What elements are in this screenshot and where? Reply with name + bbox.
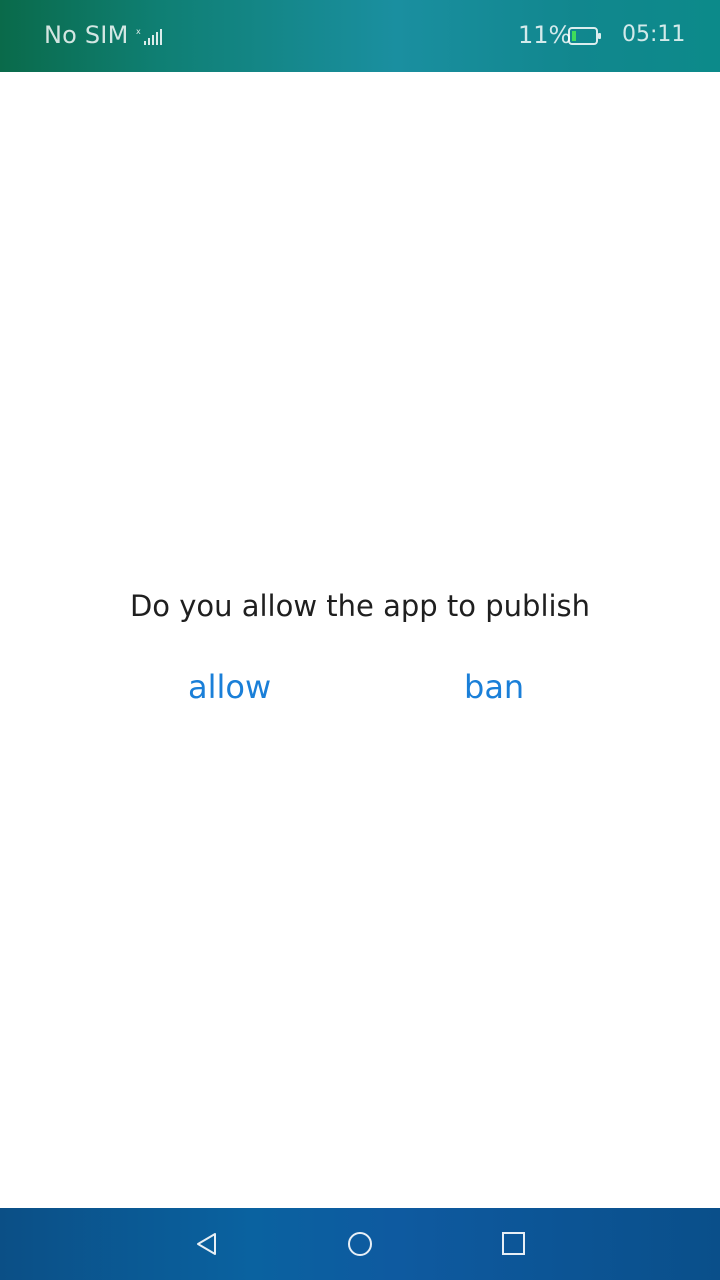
allow-button[interactable]: allow bbox=[188, 665, 271, 709]
recent-apps-icon[interactable] bbox=[496, 1226, 532, 1262]
svg-text:x: x bbox=[136, 27, 141, 36]
navigation-bar bbox=[0, 1208, 720, 1280]
home-icon[interactable] bbox=[342, 1226, 378, 1262]
permission-prompt: Do you allow the app to publish bbox=[129, 589, 591, 623]
battery-percentage: 11% bbox=[518, 21, 572, 49]
status-bar: No SIM x 11% 05:11 bbox=[0, 0, 720, 72]
carrier-label: No SIM bbox=[44, 21, 129, 49]
battery-icon bbox=[568, 27, 602, 45]
back-icon[interactable] bbox=[189, 1226, 225, 1262]
ban-button[interactable]: ban bbox=[464, 665, 524, 709]
signal-icon: x bbox=[136, 26, 164, 46]
permission-dialog: Do you allow the app to publish allow ba… bbox=[0, 72, 720, 1208]
clock: 05:11 bbox=[622, 22, 686, 47]
